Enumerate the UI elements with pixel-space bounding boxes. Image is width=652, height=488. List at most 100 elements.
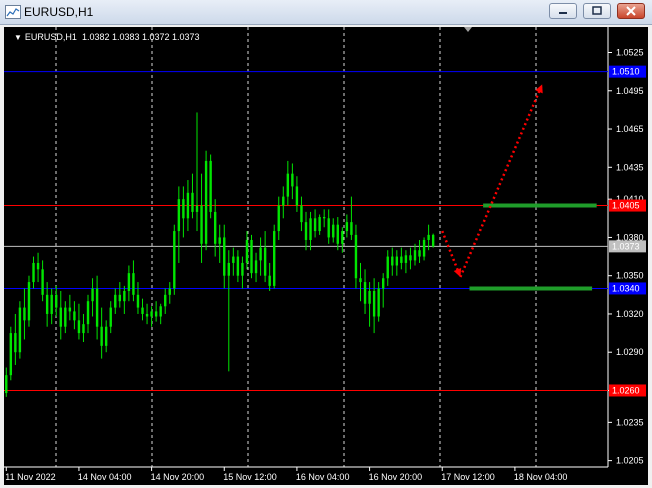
price-label: 1.0260	[612, 385, 640, 395]
candle-body	[118, 294, 122, 302]
candle-body	[136, 294, 140, 308]
candle-body	[213, 211, 217, 244]
candle-body	[177, 199, 181, 232]
candle-body	[132, 273, 135, 295]
candle-body	[250, 239, 253, 274]
candle-body	[431, 234, 435, 247]
candle-body	[114, 294, 117, 308]
candle-body	[32, 262, 35, 283]
x-tick-label: 14 Nov 04:00	[78, 472, 132, 482]
x-tick-label: 15 Nov 12:00	[223, 472, 277, 482]
candle-body	[55, 294, 58, 308]
candle-body	[9, 333, 13, 376]
candle-body	[127, 273, 131, 291]
candle-body	[409, 255, 412, 261]
candle-body	[45, 294, 49, 314]
candle-body	[64, 307, 67, 327]
x-tick-label: 11 Nov 2022	[5, 472, 55, 482]
candle-body	[141, 307, 144, 314]
candle-body	[59, 307, 62, 327]
price-label: 1.0373	[612, 241, 640, 251]
price-label: 1.0405	[612, 201, 640, 211]
x-tick-label: 18 Nov 04:00	[514, 472, 568, 482]
candle-body	[191, 192, 194, 212]
candle-body	[286, 173, 290, 197]
y-tick-label: 1.0465	[616, 124, 644, 134]
candle-body	[150, 311, 153, 317]
candle-body	[123, 291, 126, 302]
candle-body	[372, 291, 376, 317]
triangle-down-icon: ▼	[14, 33, 22, 42]
candle-body	[241, 262, 244, 276]
candle-body	[427, 234, 430, 240]
candle-body	[223, 237, 226, 276]
candle-body	[50, 294, 53, 314]
chart-area[interactable]: 11 Nov 2022 14 Nov 04:00 14 Nov 20:00 15 No…	[4, 27, 648, 485]
candle-body	[168, 288, 171, 295]
window-titlebar: EURUSD,H1	[0, 0, 652, 25]
x-tick-label: 16 Nov 20:00	[369, 472, 423, 482]
price-label: 1.0510	[612, 67, 640, 77]
candle-body	[186, 192, 190, 219]
maximize-button[interactable]	[583, 3, 611, 19]
x-tick-label: 14 Nov 20:00	[151, 472, 205, 482]
close-button[interactable]	[617, 3, 645, 19]
y-tick-label: 1.0320	[616, 309, 644, 319]
candle-body	[295, 186, 299, 206]
candle-body	[309, 218, 312, 240]
candle-body	[395, 256, 399, 266]
candle-body	[68, 307, 72, 312]
candle-body	[232, 256, 235, 263]
candle-body	[359, 278, 362, 283]
maximize-icon	[592, 6, 602, 15]
candle-body	[386, 256, 389, 279]
y-tick-label: 1.0235	[616, 417, 644, 427]
candle-body	[164, 294, 167, 307]
candle-body	[368, 291, 371, 304]
forecast-arrow-segment	[459, 83, 544, 278]
candle-body	[350, 222, 353, 235]
price-label: 1.0340	[612, 283, 640, 293]
candle-body	[313, 218, 317, 232]
candle-body	[73, 311, 76, 321]
candle-body	[291, 173, 294, 187]
candle-body	[345, 222, 349, 232]
candlestick-chart[interactable]: 11 Nov 2022 14 Nov 04:00 14 Nov 20:00 15 No…	[4, 27, 648, 485]
candle-body	[36, 262, 40, 270]
candle-body	[354, 234, 358, 279]
candle-body	[304, 222, 308, 240]
candle-body	[363, 282, 367, 304]
ohlc-values: 1.0382 1.0383 1.0372 1.0373	[81, 32, 200, 42]
window-title: EURUSD,H1	[24, 5, 94, 19]
candle-body	[195, 205, 199, 212]
y-tick-label: 1.0205	[616, 456, 644, 466]
y-tick-label: 1.0435	[616, 162, 644, 172]
y-tick-label: 1.0495	[616, 86, 644, 96]
candle-body	[95, 288, 99, 327]
candle-body	[91, 288, 94, 302]
chart-window-icon	[5, 5, 21, 19]
candle-body	[182, 199, 185, 219]
chart-shift-marker	[464, 27, 472, 32]
symbol-timeframe: EURUSD,H1	[24, 32, 77, 42]
candle-body	[82, 324, 85, 334]
candle-body	[236, 256, 240, 276]
minimize-button[interactable]	[549, 3, 577, 19]
candle-body	[268, 275, 271, 286]
candle-body	[173, 231, 176, 289]
candle-body	[109, 307, 112, 327]
candle-body	[322, 217, 326, 219]
candle-body	[332, 224, 335, 238]
candle-body	[341, 231, 344, 244]
candle-body	[14, 333, 17, 353]
candle-body	[404, 255, 408, 263]
candle-body	[227, 262, 230, 276]
candle-body	[413, 250, 417, 261]
candle-body	[209, 160, 212, 212]
y-tick-label: 1.0350	[616, 271, 644, 281]
y-tick-label: 1.0525	[616, 48, 644, 58]
candle-body	[245, 239, 249, 263]
candle-body	[27, 282, 31, 321]
candle-body	[263, 247, 267, 276]
candle-body	[273, 231, 276, 286]
